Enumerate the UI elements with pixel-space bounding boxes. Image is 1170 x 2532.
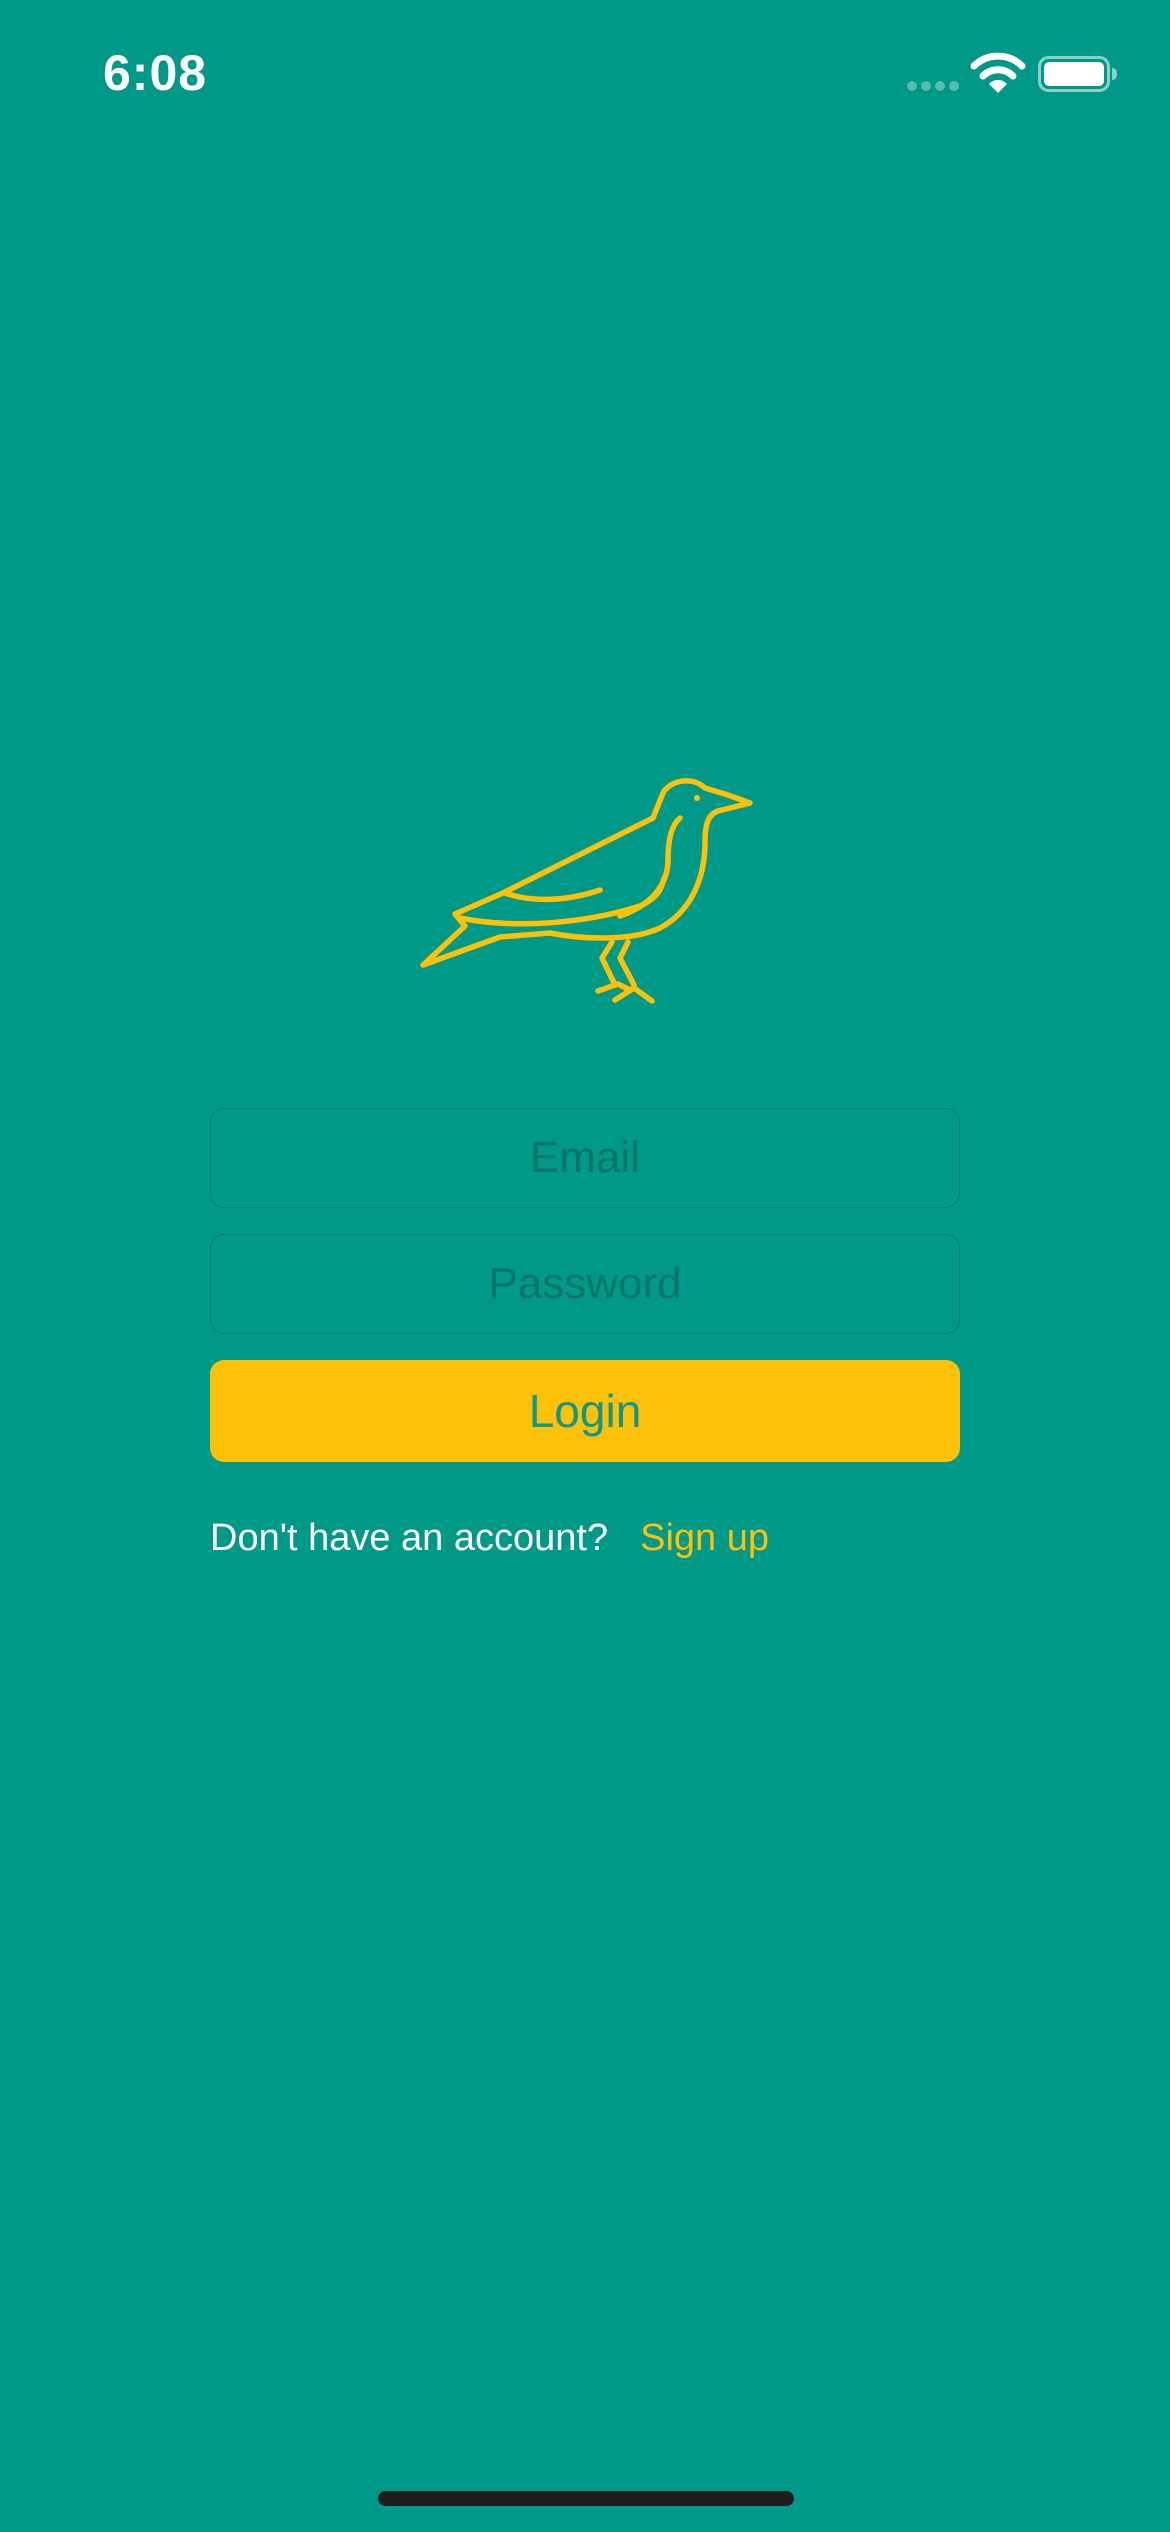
battery-icon: [1038, 56, 1117, 92]
status-time: 6:08: [103, 45, 208, 101]
signup-prompt: Don't have an account?: [210, 1516, 609, 1559]
signal-icon: [907, 81, 959, 91]
password-field[interactable]: [210, 1234, 960, 1334]
signup-row: Don't have an account? Sign up: [210, 1510, 769, 1566]
status-bar: 6:08: [0, 0, 1170, 150]
wifi-icon: [970, 52, 1026, 93]
signup-link[interactable]: Sign up: [640, 1517, 769, 1560]
home-indicator[interactable]: [378, 2491, 794, 2506]
bird-logo-icon: [420, 778, 753, 1004]
login-button[interactable]: Login: [210, 1360, 960, 1462]
email-field[interactable]: [210, 1108, 960, 1208]
